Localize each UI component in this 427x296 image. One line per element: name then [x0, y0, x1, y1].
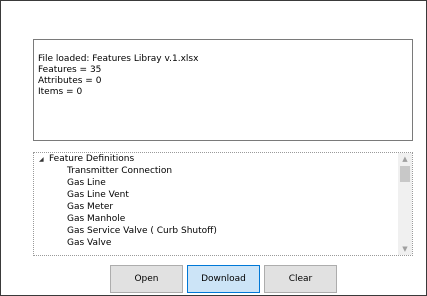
log-line-attributes: Attributes = 0	[38, 76, 102, 86]
tree-node-label: Feature Definitions	[49, 154, 135, 164]
tree-vertical-scrollbar[interactable]: ▲ ▼	[398, 153, 412, 255]
download-button[interactable]: Download	[187, 265, 260, 293]
scroll-thumb[interactable]	[400, 166, 410, 182]
tree-item[interactable]: Gas Manhole	[34, 213, 398, 225]
open-button[interactable]: Open	[110, 265, 183, 293]
tree-item[interactable]: Transmitter Connection	[34, 165, 398, 177]
tree-item[interactable]: Gas Line Vent	[34, 189, 398, 201]
clear-button[interactable]: Clear	[264, 265, 337, 293]
tree-item[interactable]: Gas Valve	[34, 237, 398, 249]
tree-item[interactable]: Gas Line	[34, 177, 398, 189]
log-line-items: Items = 0	[38, 87, 83, 97]
tree-item[interactable]: Gas Meter	[34, 201, 398, 213]
feature-tree-view[interactable]: ◢ Feature Definitions Transmitter Connect…	[33, 152, 413, 256]
app-window: File loaded: Features Libray v.1.xlsx Fe…	[0, 0, 427, 296]
tree-node-feature-definitions[interactable]: ◢ Feature Definitions	[34, 154, 398, 165]
scroll-down-arrow-icon[interactable]: ▼	[398, 243, 412, 255]
log-output-box: File loaded: Features Libray v.1.xlsx Fe…	[33, 39, 413, 141]
tree-item[interactable]: Gas Service Valve ( Curb Shutoff)	[34, 225, 398, 237]
log-line-features: Features = 35	[38, 65, 102, 75]
scroll-up-arrow-icon[interactable]: ▲	[398, 153, 412, 165]
chevron-down-icon[interactable]: ◢	[39, 154, 49, 165]
log-line-file-loaded: File loaded: Features Libray v.1.xlsx	[38, 54, 199, 64]
tree-content: ◢ Feature Definitions Transmitter Connect…	[34, 154, 398, 255]
